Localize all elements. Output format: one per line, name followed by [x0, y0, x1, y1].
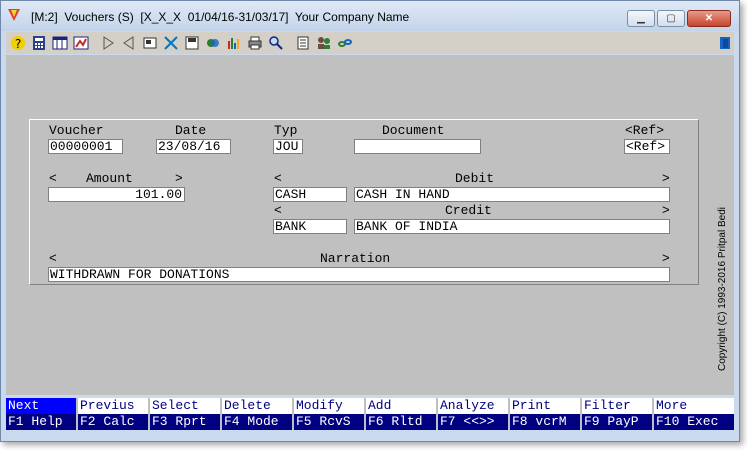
exit-icon[interactable]: [716, 34, 734, 52]
fkey-2[interactable]: Previus F2 Calc: [78, 398, 148, 430]
fkey-7-action[interactable]: Analyze: [438, 398, 508, 414]
window-controls: ▁ ▢ ✕: [625, 10, 731, 27]
fkey-10-action[interactable]: More: [654, 398, 734, 414]
fkey-1[interactable]: Next F1 Help: [6, 398, 76, 430]
fkey-3-key[interactable]: F3 Rprt: [150, 414, 220, 430]
fkey-8-key[interactable]: F8 vcrM: [510, 414, 580, 430]
chart-icon[interactable]: [225, 34, 243, 52]
fkey-9[interactable]: Filter F9 PayP: [582, 398, 652, 430]
debit-name-field[interactable]: CASH IN HAND: [354, 187, 670, 202]
fkey-9-key[interactable]: F9 PayP: [582, 414, 652, 430]
narration-field[interactable]: WITHDRAWN FOR DONATIONS: [48, 267, 670, 282]
svg-text:?: ?: [15, 37, 21, 51]
fkey-6-key[interactable]: F6 Rltd: [366, 414, 436, 430]
export-icon[interactable]: [204, 34, 222, 52]
fkey-10[interactable]: More F10 Exec: [654, 398, 734, 430]
fkey-9-action[interactable]: Filter: [582, 398, 652, 414]
print-icon[interactable]: [246, 34, 264, 52]
mode-icon[interactable]: [72, 34, 90, 52]
typ-field[interactable]: JOU: [273, 139, 303, 154]
amount-field[interactable]: 101.00: [48, 187, 185, 202]
notes-icon[interactable]: [294, 34, 312, 52]
voucher-field[interactable]: 00000001: [48, 139, 123, 154]
credit-scroll-right: >: [662, 203, 670, 218]
previous-icon[interactable]: [120, 34, 138, 52]
app-window: [M:2] Vouchers (S) [X_X_X 01/04/16-31/03…: [0, 0, 740, 442]
window-title: [M:2] Vouchers (S) [X_X_X 01/04/16-31/03…: [31, 10, 410, 24]
amount-label: Amount: [86, 171, 133, 186]
app-logo-icon: [8, 9, 20, 21]
fkey-6-action[interactable]: Add: [366, 398, 436, 414]
calculator-icon[interactable]: [30, 34, 48, 52]
voucher-form: Voucher Date Typ Document <Ref> 00000001…: [29, 119, 699, 285]
report-icon[interactable]: [51, 34, 69, 52]
fkey-8[interactable]: Print F8 vcrM: [510, 398, 580, 430]
function-key-bar: Next F1 Help Previus F2 Calc Select F3 R…: [6, 398, 734, 430]
fkey-1-action[interactable]: Next: [6, 398, 76, 414]
minimize-button[interactable]: ▁: [627, 10, 655, 27]
date-label: Date: [175, 123, 207, 138]
next-icon[interactable]: [99, 34, 117, 52]
debit-scroll-left: <: [274, 171, 282, 186]
maximize-button[interactable]: ▢: [657, 10, 685, 27]
date-field[interactable]: 23/08/16: [156, 139, 231, 154]
search-icon[interactable]: [267, 34, 285, 52]
fkey-10-key[interactable]: F10 Exec: [654, 414, 734, 430]
save-icon[interactable]: [183, 34, 201, 52]
fkey-3-action[interactable]: Select: [150, 398, 220, 414]
fkey-2-action[interactable]: Previus: [78, 398, 148, 414]
voucher-label: Voucher: [49, 123, 104, 138]
narration-scroll-left: <: [49, 251, 57, 266]
fkey-1-key[interactable]: F1 Help: [6, 414, 76, 430]
settings-icon[interactable]: [141, 34, 159, 52]
fkey-3[interactable]: Select F3 Rprt: [150, 398, 220, 430]
debit-code-field[interactable]: CASH: [273, 187, 347, 202]
document-field[interactable]: [354, 139, 481, 154]
fkey-5-action[interactable]: Modify: [294, 398, 364, 414]
tools-icon[interactable]: [162, 34, 180, 52]
fkey-6[interactable]: Add F6 Rltd: [366, 398, 436, 430]
close-button[interactable]: ✕: [687, 10, 731, 27]
users-icon[interactable]: [315, 34, 333, 52]
fkey-4-action[interactable]: Delete: [222, 398, 292, 414]
credit-name-field[interactable]: BANK OF INDIA: [354, 219, 670, 234]
typ-label: Typ: [274, 123, 298, 138]
debit-scroll-right: >: [662, 171, 670, 186]
fkey-4[interactable]: Delete F4 Mode: [222, 398, 292, 430]
fkey-2-key[interactable]: F2 Calc: [78, 414, 148, 430]
help-icon[interactable]: ?: [9, 34, 27, 52]
credit-code-field[interactable]: BANK: [273, 219, 347, 234]
credit-scroll-left: <: [274, 203, 282, 218]
narration-scroll-right: >: [662, 251, 670, 266]
ref-field[interactable]: <Ref>: [624, 139, 670, 154]
ref-label: <Ref>: [625, 123, 665, 138]
amount-scroll-left: <: [49, 171, 57, 186]
document-label: Document: [382, 123, 445, 138]
fkey-8-action[interactable]: Print: [510, 398, 580, 414]
narration-label: Narration: [320, 251, 391, 266]
fkey-7-key[interactable]: F7 <<>>: [438, 414, 508, 430]
toolbar: ?: [6, 32, 734, 54]
fkey-5[interactable]: Modify F5 RcvS: [294, 398, 364, 430]
fkey-4-key[interactable]: F4 Mode: [222, 414, 292, 430]
amount-scroll-right: >: [175, 171, 183, 186]
fkey-5-key[interactable]: F5 RcvS: [294, 414, 364, 430]
fkey-7[interactable]: Analyze F7 <<>>: [438, 398, 508, 430]
title-bar: [M:2] Vouchers (S) [X_X_X 01/04/16-31/03…: [1, 1, 739, 31]
credit-label: Credit: [445, 203, 492, 218]
link-icon[interactable]: [336, 34, 354, 52]
debit-label: Debit: [455, 171, 495, 186]
copyright-text: Copyright (C) 1993-2016 Pritpal Bedi: [717, 207, 728, 371]
